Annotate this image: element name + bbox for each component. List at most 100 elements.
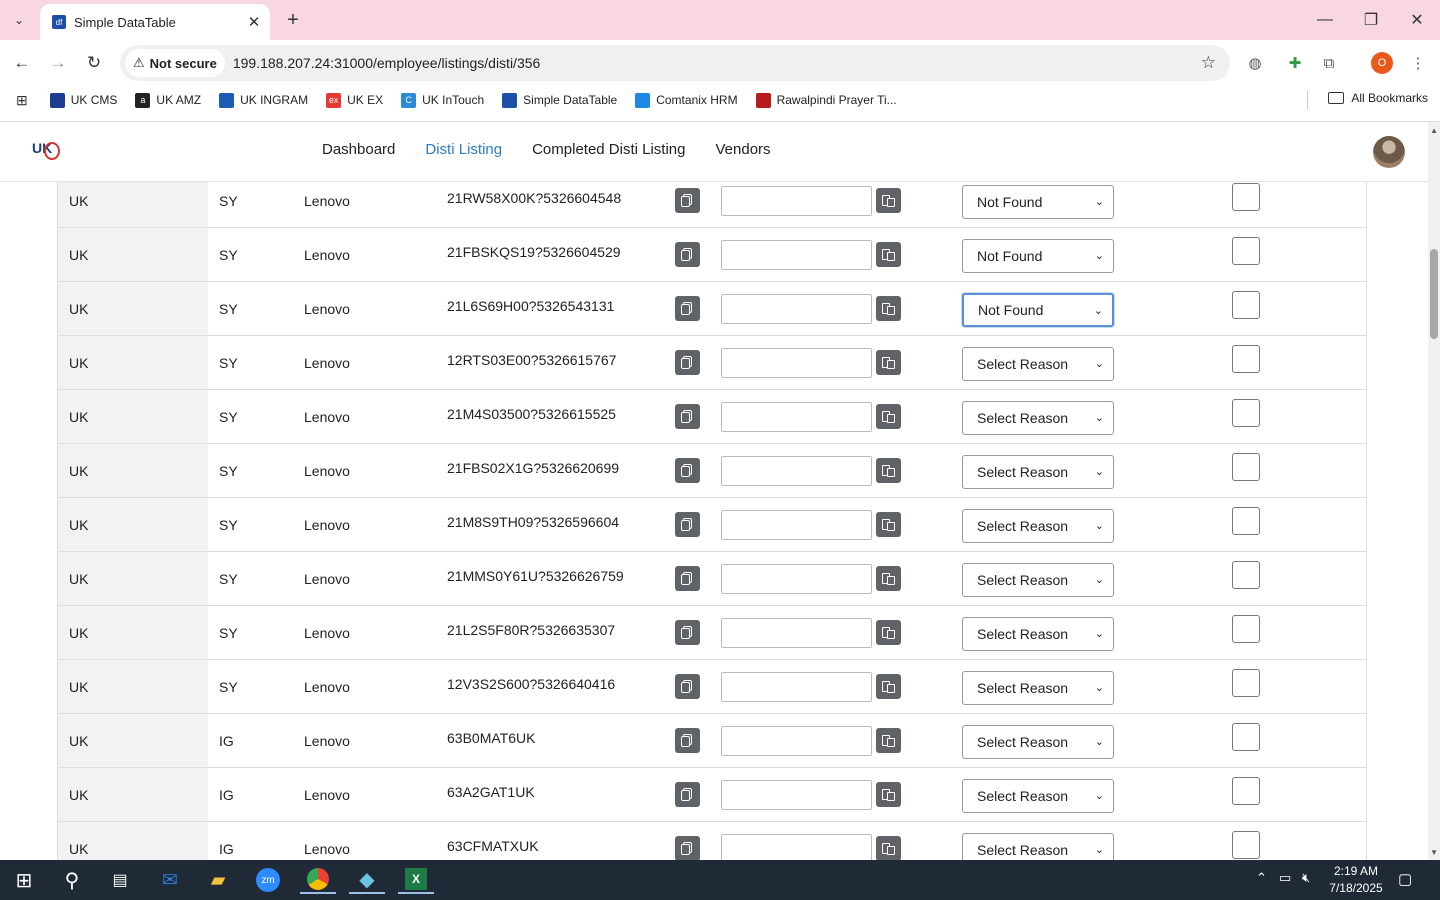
reason-select[interactable]: Select Reason ⌄ <box>962 779 1114 813</box>
row-checkbox[interactable] <box>1232 453 1260 481</box>
row-checkbox[interactable] <box>1232 507 1260 535</box>
system-clock[interactable]: 2:19 AM 7/18/2025 <box>1326 863 1386 897</box>
reason-select[interactable]: Not Found ⌄ <box>962 239 1114 273</box>
tab-search-chevron-icon[interactable]: ⌄ <box>6 8 32 32</box>
paste-button[interactable] <box>876 674 901 699</box>
scroll-down-icon[interactable]: ▼ <box>1430 848 1438 857</box>
row-checkbox[interactable] <box>1232 669 1260 697</box>
paste-button[interactable] <box>876 566 901 591</box>
restore-icon[interactable]: ❐ <box>1348 0 1394 40</box>
copy-part-button[interactable] <box>675 242 700 267</box>
tray-chevron-icon[interactable]: ⌃ <box>1256 870 1267 886</box>
task-view-icon[interactable]: ▤ <box>102 866 138 894</box>
all-bookmarks[interactable]: All Bookmarks <box>1328 91 1428 105</box>
app-diamond-icon[interactable]: ◆ <box>349 866 385 894</box>
value-input[interactable] <box>721 402 872 432</box>
paste-button[interactable] <box>876 458 901 483</box>
row-checkbox[interactable] <box>1232 831 1260 859</box>
extension-plus-icon[interactable]: ✚ <box>1284 52 1306 74</box>
reason-select[interactable]: Select Reason ⌄ <box>962 671 1114 705</box>
reload-icon[interactable]: ↻ <box>81 50 107 76</box>
address-bar[interactable]: ⚠ Not secure 199.188.207.24:31000/employ… <box>120 45 1230 81</box>
user-avatar[interactable] <box>1373 136 1405 168</box>
paste-button[interactable] <box>876 242 901 267</box>
copy-part-button[interactable] <box>675 404 700 429</box>
value-input[interactable] <box>721 456 872 486</box>
row-checkbox[interactable] <box>1232 291 1260 319</box>
paste-button[interactable] <box>876 296 901 321</box>
new-tab-button[interactable]: + <box>282 8 304 32</box>
paste-button[interactable] <box>876 728 901 753</box>
security-chip[interactable]: ⚠ Not secure <box>125 49 225 77</box>
paste-button[interactable] <box>876 188 901 213</box>
copy-part-button[interactable] <box>675 674 700 699</box>
paste-button[interactable] <box>876 512 901 537</box>
back-arrow-icon[interactable]: ← <box>9 50 35 76</box>
row-checkbox[interactable] <box>1232 399 1260 427</box>
bookmark-item[interactable]: Comtanix HRM <box>635 92 738 108</box>
copy-part-button[interactable] <box>675 188 700 213</box>
value-input[interactable] <box>721 510 872 540</box>
copy-part-button[interactable] <box>675 836 700 860</box>
bookmark-item[interactable]: UK CMS <box>49 92 117 108</box>
paste-button[interactable] <box>876 836 901 860</box>
bookmark-item[interactable]: Simple DataTable <box>502 92 617 108</box>
reason-select[interactable]: Not Found ⌄ <box>962 185 1114 219</box>
value-input[interactable] <box>721 780 872 810</box>
close-tab-icon[interactable]: ✕ <box>244 13 264 31</box>
value-input[interactable] <box>721 726 872 756</box>
url-text[interactable]: 199.188.207.24:31000/employee/listings/d… <box>233 55 1201 71</box>
value-input[interactable] <box>721 564 872 594</box>
excel-icon[interactable]: X <box>398 866 434 894</box>
reason-select[interactable]: Select Reason ⌄ <box>962 725 1114 759</box>
paste-button[interactable] <box>876 620 901 645</box>
search-icon[interactable]: ⚲ <box>54 866 90 894</box>
value-input[interactable] <box>721 672 872 702</box>
row-checkbox[interactable] <box>1232 183 1260 211</box>
menu-kebab-icon[interactable]: ⋮ <box>1407 52 1429 74</box>
value-input[interactable] <box>721 186 872 216</box>
value-input[interactable] <box>721 348 872 378</box>
copy-part-button[interactable] <box>675 728 700 753</box>
value-input[interactable] <box>721 618 872 648</box>
reason-select[interactable]: Not Found ⌄ <box>962 293 1114 327</box>
value-input[interactable] <box>721 240 872 270</box>
row-checkbox[interactable] <box>1232 777 1260 805</box>
reason-select[interactable]: Select Reason ⌄ <box>962 563 1114 597</box>
extensions-puzzle-icon[interactable]: ⧉ <box>1318 52 1340 74</box>
bookmark-item[interactable]: ex UK EX <box>326 92 383 108</box>
scroll-thumb[interactable] <box>1430 249 1438 339</box>
nav-disti-listing[interactable]: Disti Listing <box>425 141 502 158</box>
reason-select[interactable]: Select Reason ⌄ <box>962 509 1114 543</box>
value-input[interactable] <box>721 294 872 324</box>
row-checkbox[interactable] <box>1232 561 1260 589</box>
reason-select[interactable]: Select Reason ⌄ <box>962 347 1114 381</box>
page-scrollbar[interactable]: ▲ ▼ <box>1428 122 1440 860</box>
bookmark-item[interactable]: C UK InTouch <box>401 92 484 108</box>
apps-grid-icon[interactable]: ⊞ <box>16 92 28 109</box>
nav-dashboard[interactable]: Dashboard <box>322 141 395 158</box>
reason-select[interactable]: Select Reason ⌄ <box>962 455 1114 489</box>
copy-part-button[interactable] <box>675 566 700 591</box>
outlook-icon[interactable]: ✉ <box>152 866 188 894</box>
profile-avatar[interactable]: O <box>1371 52 1393 74</box>
notifications-icon[interactable]: ▢ <box>1398 870 1412 888</box>
reason-select[interactable]: Select Reason ⌄ <box>962 617 1114 651</box>
row-checkbox[interactable] <box>1232 615 1260 643</box>
copy-part-button[interactable] <box>675 296 700 321</box>
file-explorer-icon[interactable]: ▰ <box>200 866 236 894</box>
nav-completed-disti-listing[interactable]: Completed Disti Listing <box>532 141 685 158</box>
copy-part-button[interactable] <box>675 350 700 375</box>
translate-icon[interactable]: ◍ <box>1244 52 1266 74</box>
minimize-icon[interactable]: — <box>1302 0 1348 40</box>
chrome-icon[interactable] <box>300 866 336 894</box>
row-checkbox[interactable] <box>1232 723 1260 751</box>
bookmark-star-icon[interactable]: ☆ <box>1201 53 1216 73</box>
reason-select[interactable]: Select Reason ⌄ <box>962 401 1114 435</box>
zoom-icon[interactable]: zm <box>250 866 286 894</box>
paste-button[interactable] <box>876 404 901 429</box>
bookmark-item[interactable]: a UK AMZ <box>135 92 201 108</box>
close-window-icon[interactable]: ✕ <box>1394 0 1440 40</box>
copy-part-button[interactable] <box>675 512 700 537</box>
browser-tab[interactable]: df Simple DataTable ✕ <box>40 4 270 40</box>
